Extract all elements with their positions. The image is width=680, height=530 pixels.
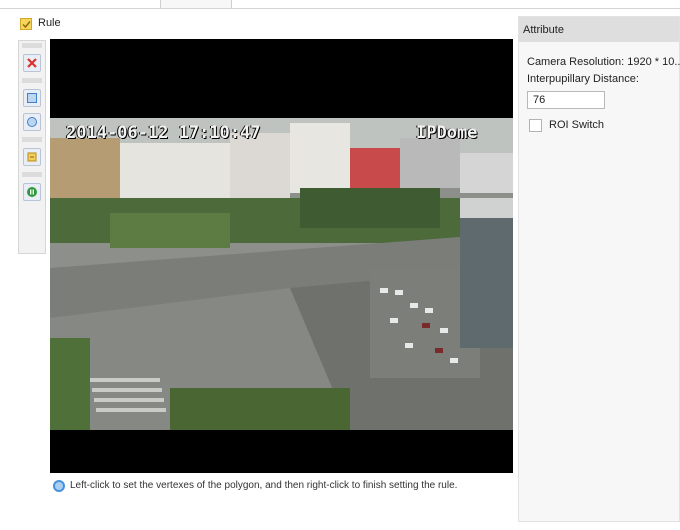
toolbar-separator bbox=[22, 172, 42, 177]
hint-text: Left-click to set the vertexes of the po… bbox=[70, 480, 458, 491]
roi-switch-checkbox[interactable] bbox=[529, 119, 542, 132]
interpupillary-distance-input[interactable] bbox=[527, 91, 605, 109]
toolbar-separator bbox=[22, 78, 42, 83]
attribute-title: Attribute bbox=[523, 24, 564, 36]
zoom-out-icon bbox=[27, 117, 37, 127]
zoom-in-icon bbox=[27, 93, 37, 103]
video-preview[interactable]: 2014-06-12 17:10:47 IPDome bbox=[50, 39, 513, 473]
info-icon bbox=[53, 480, 65, 492]
roi-switch-label: ROI Switch bbox=[549, 119, 605, 131]
video-timestamp: 2014-06-12 17:10:47 bbox=[66, 123, 261, 143]
rule-checkbox[interactable] bbox=[20, 18, 32, 30]
camera-resolution-text: Camera Resolution: 1920 * 10... bbox=[527, 56, 680, 68]
delete-button[interactable] bbox=[23, 54, 41, 72]
top-tab[interactable] bbox=[160, 0, 232, 8]
checkmark-icon bbox=[22, 21, 31, 29]
interpupillary-distance-label: Interpupillary Distance: bbox=[527, 73, 639, 85]
zoom-in-button[interactable] bbox=[23, 89, 41, 107]
video-camera-name: IPDome bbox=[416, 123, 478, 143]
toolbar-separator bbox=[22, 137, 42, 142]
drawing-toolbar bbox=[18, 40, 46, 254]
camera-scene-image bbox=[50, 118, 513, 430]
play-button[interactable] bbox=[23, 183, 41, 201]
attribute-panel: Attribute Camera Resolution: 1920 * 10..… bbox=[518, 16, 680, 522]
delete-icon bbox=[27, 58, 37, 68]
top-tab-strip bbox=[0, 0, 680, 9]
zoom-out-button[interactable] bbox=[23, 113, 41, 131]
play-icon bbox=[27, 187, 37, 197]
edit-icon bbox=[27, 152, 37, 162]
rule-label: Rule bbox=[38, 17, 61, 29]
toolbar-separator bbox=[22, 43, 42, 48]
attribute-header: Attribute bbox=[519, 17, 679, 42]
edit-button[interactable] bbox=[23, 148, 41, 166]
